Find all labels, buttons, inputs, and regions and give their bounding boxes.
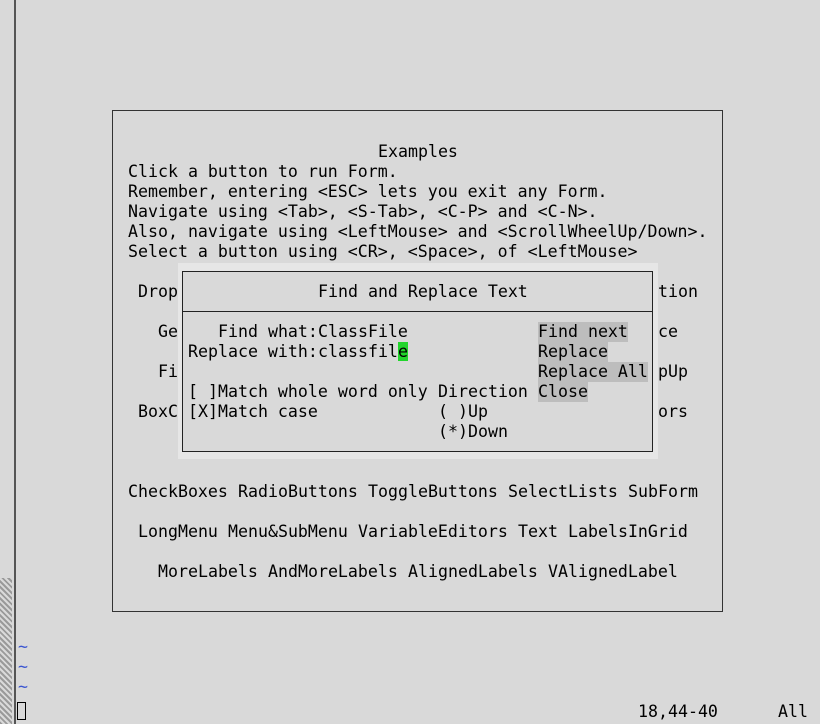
- menu-submenu-button[interactable]: Menu&SubMenu: [228, 522, 348, 542]
- scrollbar[interactable]: [0, 578, 12, 724]
- instruction-line: Select a button using <CR>, <Space>, of …: [128, 242, 638, 261]
- find-what-input[interactable]: ClassFile: [318, 322, 408, 342]
- instruction-line: Also, navigate using <LeftMouse> and <Sc…: [128, 222, 708, 241]
- direction-down-radio[interactable]: (*)Down: [438, 422, 508, 442]
- replace-with-input[interactable]: classfile: [318, 342, 408, 362]
- form-button-partial[interactable]: Ge: [158, 322, 178, 342]
- form-button-partial[interactable]: Fi: [158, 362, 178, 382]
- instruction-line: Remember, entering <ESC> lets you exit a…: [128, 182, 608, 201]
- andmorelabels-button[interactable]: AndMoreLabels: [268, 562, 398, 582]
- window-divider: [14, 0, 16, 724]
- selectlists-button[interactable]: SelectLists: [508, 482, 618, 502]
- longmenu-button[interactable]: LongMenu: [138, 522, 218, 542]
- checkbox-label: Match case: [217, 402, 318, 421]
- form-button-partial[interactable]: Drop: [138, 282, 178, 302]
- command-line-cursor: [17, 702, 26, 720]
- form-button-partial[interactable]: ce: [658, 322, 678, 342]
- text-cursor: e: [397, 342, 408, 361]
- replace-all-button[interactable]: Replace All: [538, 362, 648, 382]
- checkboxes-button[interactable]: CheckBoxes: [128, 482, 228, 502]
- checkbox-box: [ ]: [188, 382, 218, 401]
- empty-line-tilde: ~: [18, 677, 28, 696]
- close-button[interactable]: Close: [538, 382, 588, 402]
- form-button-partial[interactable]: ors: [658, 402, 688, 422]
- variableeditors-button[interactable]: VariableEditors: [358, 522, 508, 542]
- cursor-position: 18,44-40: [638, 702, 718, 721]
- replace-with-value: classfil: [318, 342, 398, 361]
- form-button-partial[interactable]: tion: [658, 282, 698, 302]
- checkbox-label: Match whole word only: [217, 382, 428, 401]
- scroll-position: All: [778, 702, 808, 721]
- match-whole-word-checkbox[interactable]: [ ]Match whole word only: [188, 382, 428, 402]
- alignedlabels-button[interactable]: AlignedLabels: [408, 562, 538, 582]
- instruction-line: Navigate using <Tab>, <S-Tab>, <C-P> and…: [128, 202, 598, 221]
- instruction-line: Click a button to run Form.: [128, 162, 398, 181]
- replace-button[interactable]: Replace: [538, 342, 608, 362]
- form-button-partial[interactable]: BoxC: [138, 402, 178, 422]
- morelabels-button[interactable]: MoreLabels: [158, 562, 258, 582]
- dialog-title: Find and Replace Text: [318, 282, 528, 301]
- labelsingrid-button[interactable]: LabelsInGrid: [568, 522, 688, 542]
- text-button[interactable]: Text: [518, 522, 558, 542]
- empty-line-tilde: ~: [18, 657, 28, 676]
- form-button-partial[interactable]: pUp: [658, 362, 688, 382]
- radiobuttons-button[interactable]: RadioButtons: [238, 482, 358, 502]
- panel-title: Examples: [378, 142, 458, 161]
- dialog-title-separator: [182, 311, 653, 312]
- find-what-label: Find what:: [218, 322, 318, 341]
- subform-button[interactable]: SubForm: [628, 482, 698, 502]
- replace-with-label: Replace with:: [188, 342, 318, 361]
- match-case-checkbox[interactable]: [X]Match case: [188, 402, 318, 422]
- find-next-button[interactable]: Find next: [538, 322, 628, 342]
- checkbox-box: [X]: [188, 402, 218, 421]
- direction-label: Direction: [438, 382, 528, 401]
- valignedlabel-button[interactable]: VAlignedLabel: [548, 562, 678, 582]
- direction-up-radio[interactable]: ( )Up: [438, 402, 488, 422]
- empty-line-tilde: ~: [18, 637, 28, 656]
- togglebuttons-button[interactable]: ToggleButtons: [368, 482, 498, 502]
